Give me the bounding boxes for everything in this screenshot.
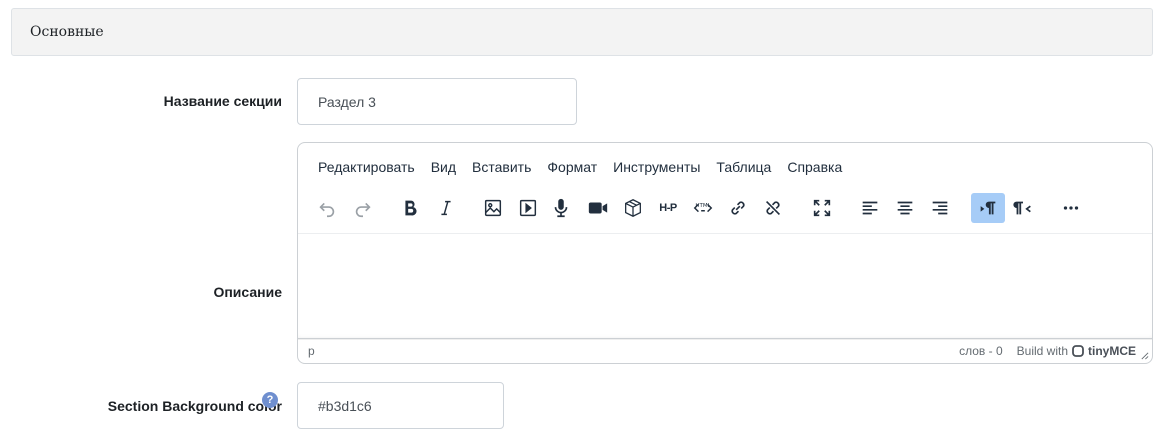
align-center-icon	[897, 201, 913, 215]
video-camera-icon	[588, 202, 608, 214]
svg-text:HTML: HTML	[695, 203, 711, 209]
html-button[interactable]: HTML	[686, 193, 720, 223]
bold-icon	[405, 200, 417, 216]
section-name-label: Название секции	[163, 93, 282, 109]
word-count[interactable]: слов - 0	[959, 344, 1003, 358]
align-right-button[interactable]	[923, 193, 957, 223]
video-button[interactable]	[581, 193, 615, 223]
menu-tools[interactable]: Инструменты	[605, 159, 708, 175]
bg-color-label: Section Background color	[107, 398, 282, 414]
section-name-input[interactable]	[297, 78, 577, 125]
redo-icon	[355, 202, 371, 218]
unlink-button[interactable]	[756, 193, 790, 223]
editor-statusbar: p слов - 0 Build with tinyMCE	[298, 338, 1152, 363]
bg-color-input[interactable]	[297, 382, 504, 429]
ltr-button[interactable]	[971, 193, 1005, 223]
align-left-button[interactable]	[853, 193, 887, 223]
italic-icon	[441, 200, 451, 216]
section-title: Основные	[30, 24, 104, 40]
align-right-icon	[932, 201, 948, 215]
link-button[interactable]	[721, 193, 755, 223]
rtl-paragraph-icon	[1013, 201, 1031, 215]
cube-icon	[625, 199, 641, 217]
more-dots-icon	[1063, 206, 1079, 210]
editor-menubar: Редактировать Вид Вставить Формат Инстру…	[310, 159, 850, 175]
build-with-text: Build with	[1016, 344, 1068, 358]
html-code-icon: HTML	[693, 203, 713, 213]
undo-button[interactable]	[310, 193, 344, 223]
menu-format[interactable]: Формат	[539, 159, 605, 175]
link-icon	[731, 201, 745, 215]
tinymce-logo-icon	[1072, 345, 1084, 357]
image-button[interactable]	[476, 193, 510, 223]
section-header[interactable]: Основные	[11, 8, 1153, 56]
3d-object-button[interactable]	[616, 193, 650, 223]
h5p-icon: H-P	[659, 202, 677, 214]
media-play-icon	[519, 199, 537, 217]
fullscreen-icon	[813, 199, 831, 217]
menu-table[interactable]: Таблица	[708, 159, 779, 175]
align-center-button[interactable]	[888, 193, 922, 223]
menu-insert[interactable]: Вставить	[464, 159, 539, 175]
tinymce-brand-text: tinyMCE	[1088, 344, 1136, 358]
bold-button[interactable]	[393, 193, 427, 223]
element-path[interactable]: p	[308, 344, 315, 358]
menu-help[interactable]: Справка	[779, 159, 850, 175]
rtl-button[interactable]	[1006, 193, 1040, 223]
italic-button[interactable]	[429, 193, 463, 223]
more-button[interactable]	[1054, 193, 1088, 223]
tinymce-branding[interactable]: Build with tinyMCE	[1017, 344, 1136, 358]
h5p-button[interactable]: H-P	[651, 193, 685, 223]
align-left-icon	[862, 201, 878, 215]
unlink-icon	[765, 200, 781, 216]
undo-icon	[319, 202, 335, 218]
resize-handle-icon[interactable]	[1140, 351, 1149, 360]
microphone-icon	[554, 198, 568, 218]
media-button[interactable]	[511, 193, 545, 223]
ltr-paragraph-icon	[980, 201, 996, 215]
redo-button[interactable]	[346, 193, 380, 223]
help-icon[interactable]: ?	[262, 392, 278, 408]
image-icon	[484, 199, 502, 217]
fullscreen-button[interactable]	[805, 193, 839, 223]
description-label: Описание	[213, 284, 282, 300]
editor-content-area[interactable]	[298, 233, 1152, 340]
audio-button[interactable]	[544, 193, 578, 223]
menu-edit[interactable]: Редактировать	[310, 159, 423, 175]
editor-toolbar: H-P HTML	[298, 193, 1152, 227]
menu-view[interactable]: Вид	[423, 159, 464, 175]
rich-text-editor: Редактировать Вид Вставить Формат Инстру…	[297, 142, 1153, 364]
